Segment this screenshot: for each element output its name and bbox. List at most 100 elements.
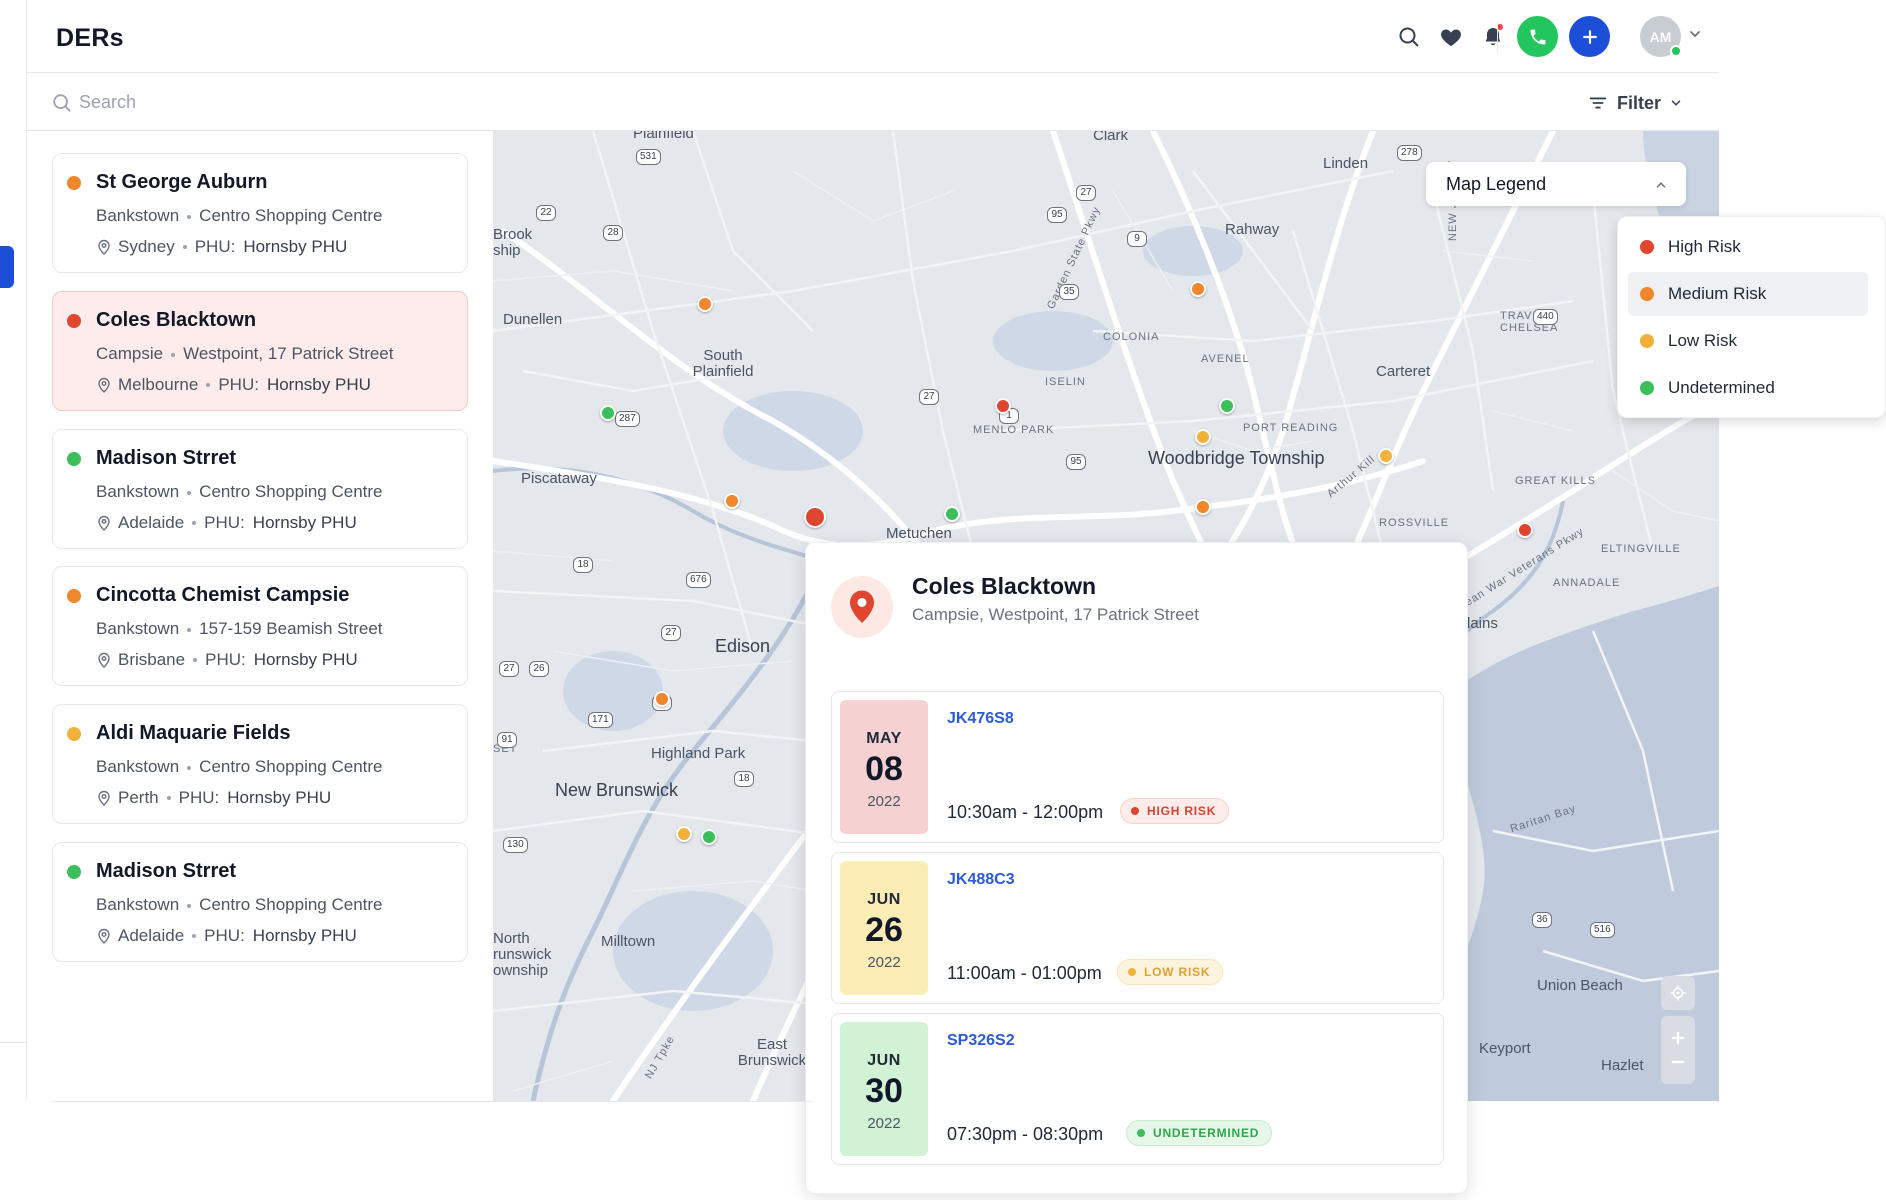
route-shield: 95 — [1047, 207, 1067, 223]
legend-dot — [1640, 381, 1654, 395]
map-pin[interactable] — [1378, 448, 1394, 464]
map-pin[interactable] — [676, 826, 692, 842]
appointment-code-link[interactable]: JK476S8 — [947, 710, 1014, 728]
appointment-code-link[interactable]: SP326S2 — [947, 1032, 1015, 1050]
chevron-down-icon[interactable] — [1687, 26, 1703, 42]
map-pin[interactable] — [701, 829, 717, 845]
list-item[interactable]: Madison Strret Bankstown Centro Shopping … — [52, 429, 468, 549]
plus-icon — [1582, 29, 1597, 44]
list-item[interactable]: Madison Strret Bankstown Centro Shopping … — [52, 842, 468, 962]
map-pin[interactable] — [1195, 499, 1211, 515]
map-label-new-brunswick: New Brunswick — [555, 780, 679, 800]
site-name: Madison Strret — [96, 447, 237, 469]
site-location: Adelaide PHU: Hornsby PHU — [96, 513, 357, 533]
map-legend-toggle[interactable]: Map Legend — [1426, 162, 1686, 206]
site-location: Melbourne PHU: Hornsby PHU — [96, 375, 371, 395]
appointment-code-link[interactable]: JK488C3 — [947, 871, 1015, 889]
location-pin-icon — [98, 515, 110, 531]
site-suburb: Campsie — [96, 344, 164, 363]
site-suburb: Bankstown — [96, 206, 180, 225]
route-shield: 9 — [1127, 231, 1147, 247]
content-bottom-divider — [52, 1101, 812, 1102]
search-icon — [53, 94, 71, 112]
site-name: Cincotta Chemist Campsie — [96, 584, 350, 606]
appointment-card[interactable]: MAY 08 2022 JK476S8 10:30am - 12:00pm HI… — [831, 691, 1444, 843]
date-box: JUN 26 2022 — [840, 861, 928, 995]
left-edge-separator — [0, 1042, 26, 1043]
add-button[interactable] — [1569, 16, 1610, 57]
route-shield: 27 — [499, 661, 519, 677]
route-shield: 531 — [636, 149, 661, 165]
site-street: Centro Shopping Centre — [199, 206, 383, 225]
route-shield: 27 — [1076, 185, 1096, 201]
site-suburb: Bankstown — [96, 757, 180, 776]
map-label-eltingville: ELTINGVILLE — [1601, 543, 1681, 555]
zoom-in-icon[interactable] — [1669, 1029, 1687, 1047]
map-pin[interactable] — [1219, 398, 1235, 414]
appointment-time: 11:00am - 01:00pm — [947, 963, 1102, 983]
map-label-port-reading: PORT READING — [1243, 422, 1339, 434]
map-label-keyport: Keyport — [1479, 1040, 1531, 1057]
map-pin[interactable] — [724, 493, 740, 509]
chevron-up-icon — [1656, 182, 1666, 188]
list-item[interactable]: Coles Blacktown Campsie Westpoint, 17 Pat… — [52, 291, 468, 411]
filter-button[interactable]: Filter — [1587, 88, 1683, 118]
route-shield: 27 — [661, 625, 681, 641]
appointment-card[interactable]: JUN 26 2022 JK488C3 11:00am - 01:00pm LO… — [831, 852, 1444, 1004]
map-pin[interactable] — [697, 296, 713, 312]
bell-icon[interactable] — [1476, 20, 1510, 54]
site-address: Bankstown Centro Shopping Centre — [96, 482, 383, 502]
risk-dot — [67, 865, 81, 879]
map-legend-list: High Risk Medium Risk Low Risk Undetermi… — [1617, 216, 1886, 418]
map-label-great-kills: GREAT KILLS — [1515, 475, 1596, 487]
side-nav-indicator[interactable] — [0, 246, 14, 288]
search-icon[interactable] — [1392, 20, 1426, 54]
site-name: Aldi Maquarie Fields — [96, 722, 291, 744]
route-shield: 95 — [1066, 454, 1086, 470]
map-pin[interactable] — [944, 506, 960, 522]
map-pin[interactable] — [995, 398, 1011, 414]
route-shield: 516 — [1590, 922, 1615, 938]
locate-button[interactable] — [1661, 976, 1695, 1010]
legend-item-high-risk[interactable]: High Risk — [1628, 225, 1868, 269]
filter-icon — [1589, 97, 1607, 109]
route-shield: 287 — [615, 411, 640, 427]
map-label-clark: Clark — [1093, 131, 1129, 144]
route-shield: 91 — [497, 732, 517, 748]
site-detail-panel: Coles Blacktown Campsie, Westpoint, 17 P… — [805, 542, 1468, 1194]
site-address: Bankstown Centro Shopping Centre — [96, 206, 383, 226]
list-item[interactable]: Aldi Maquarie Fields Bankstown Centro Sho… — [52, 704, 468, 824]
badge-label: HIGH RISK — [1147, 804, 1217, 818]
map-pin[interactable] — [1517, 522, 1533, 538]
date-month: MAY — [866, 730, 902, 747]
appointment-card[interactable]: JUN 30 2022 SP326S2 07:30pm - 08:30pm UN… — [831, 1013, 1444, 1165]
phu-label: PHU: — [178, 788, 220, 807]
map-pin[interactable] — [1190, 281, 1206, 297]
legend-label: High Risk — [1668, 237, 1741, 256]
search-input[interactable] — [79, 86, 679, 118]
call-button[interactable] — [1517, 16, 1558, 57]
zoom-out-icon[interactable] — [1669, 1053, 1687, 1071]
legend-item-low-risk[interactable]: Low Risk — [1628, 319, 1868, 363]
map-pin[interactable] — [600, 405, 616, 421]
phu-value: Hornsby PHU — [243, 237, 348, 256]
legend-item-medium-risk[interactable]: Medium Risk — [1628, 272, 1868, 316]
map-pin[interactable] — [654, 691, 670, 707]
map-label-dunellen: Dunellen — [503, 311, 563, 328]
phu-label: PHU: — [205, 650, 246, 669]
site-address: Bankstown Centro Shopping Centre — [96, 757, 383, 777]
map-label-milltown: Milltown — [601, 933, 656, 950]
location-pin-icon — [831, 576, 893, 638]
heart-icon[interactable] — [1434, 20, 1468, 54]
route-shield: 28 — [603, 225, 623, 241]
list-item[interactable]: St George Auburn Bankstown Centro Shoppin… — [52, 153, 468, 273]
list-item[interactable]: Cincotta Chemist Campsie Bankstown 157-15… — [52, 566, 468, 686]
risk-badge: UNDETERMINED — [1126, 1120, 1273, 1146]
map-pin-selected[interactable] — [804, 506, 826, 528]
map-label-south-plainfield: South Plainfield — [692, 347, 754, 380]
legend-item-undetermined[interactable]: Undetermined — [1628, 366, 1868, 410]
phu-label: PHU: — [204, 926, 245, 945]
map-pin[interactable] — [1195, 429, 1211, 445]
site-suburb: Bankstown — [96, 895, 180, 914]
map-label-menlo-park: MENLO PARK — [973, 424, 1055, 436]
